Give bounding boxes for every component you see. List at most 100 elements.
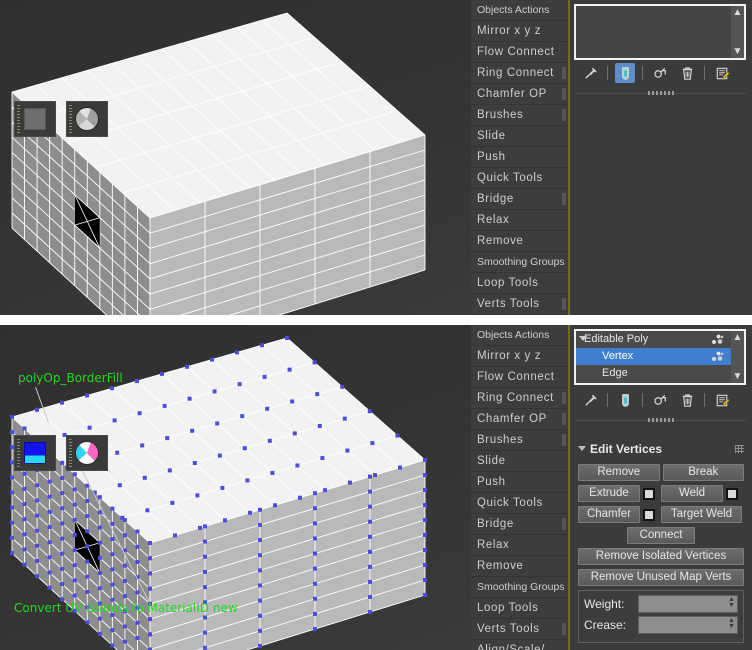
menu-item-align-scale[interactable]: Align/Scale/... xyxy=(471,640,568,650)
menu-item-slide[interactable]: Slide xyxy=(471,126,568,147)
crease-input[interactable]: ▲ ▼ xyxy=(638,616,738,634)
chevron-down-icon[interactable] xyxy=(579,336,587,341)
vertex-dot xyxy=(313,491,317,496)
vertex-dot xyxy=(122,578,127,583)
connect-button[interactable]: Connect xyxy=(627,527,695,544)
command-panel-top[interactable]: ▲ ▼ xyxy=(570,0,752,315)
pin-icon[interactable] xyxy=(580,63,600,83)
weld-button[interactable]: Weld xyxy=(661,485,723,502)
spinner-arrows-icon[interactable]: ▲ ▼ xyxy=(727,596,736,610)
menu-item-slide[interactable]: Slide xyxy=(471,451,568,472)
menu-item-brushes[interactable]: Brushes xyxy=(471,105,568,126)
vertex-dot xyxy=(313,627,317,631)
menu-item-chamfer-op[interactable]: Chamfer OP xyxy=(471,409,568,430)
menu-item-bridge[interactable]: Bridge xyxy=(471,514,568,535)
macro-menu-column-top[interactable]: Objects Actions Mirror x y z Flow Connect R… xyxy=(471,0,570,315)
vertex-dot xyxy=(262,374,267,379)
menu-item-push[interactable]: Push xyxy=(471,472,568,493)
vertex-dot xyxy=(137,411,142,416)
modifier-toolbar-top[interactable] xyxy=(570,56,752,90)
tube-icon[interactable] xyxy=(615,63,635,83)
vertex-dot xyxy=(258,598,262,603)
spinner-arrows-icon[interactable]: ▲ ▼ xyxy=(727,617,736,631)
config-icon[interactable] xyxy=(712,390,732,410)
vertex-dot xyxy=(190,428,195,433)
menu-item-quick-tools[interactable]: Quick Tools xyxy=(471,493,568,514)
menu-item-flow-connect[interactable]: Flow Connect xyxy=(471,367,568,388)
menu-item-push[interactable]: Push xyxy=(471,147,568,168)
chamfer-settings-icon[interactable] xyxy=(643,508,655,521)
trash-icon[interactable] xyxy=(677,63,697,83)
menu-item-quick-tools[interactable]: Quick Tools xyxy=(471,168,568,189)
menu-item-brushes[interactable]: Brushes xyxy=(471,430,568,451)
menu-item-smoothing-groups[interactable]: Smoothing Groups xyxy=(471,577,568,598)
menu-item-verts-tools[interactable]: Verts Tools xyxy=(471,294,568,315)
command-panel-bottom[interactable]: Editable Poly Vertex Edge ▲ ▼ Edit Vertice… xyxy=(570,325,752,650)
modifier-stack-bottom[interactable]: Editable Poly Vertex Edge ▲ ▼ xyxy=(574,329,746,385)
vertex-dot xyxy=(313,521,317,526)
scroll-up-icon[interactable]: ▲ xyxy=(731,331,744,344)
rollout-header[interactable]: Edit Vertices xyxy=(574,440,748,458)
stack-row-edge[interactable]: Edge xyxy=(576,365,744,382)
extrude-button[interactable]: Extrude xyxy=(578,485,640,502)
menu-item-objects-actions[interactable]: Objects Actions xyxy=(471,0,568,21)
vertex-dot xyxy=(122,639,127,644)
menu-item-chamfer-op[interactable]: Chamfer OP xyxy=(471,84,568,105)
vertex-dot xyxy=(135,636,140,641)
weight-input[interactable]: ▲ ▼ xyxy=(638,595,738,613)
chamfer-button[interactable]: Chamfer xyxy=(578,506,640,523)
panel-grip-icon[interactable] xyxy=(648,91,674,95)
remove-unused-map-verts-button[interactable]: Remove Unused Map Verts xyxy=(578,569,744,586)
vertex-dot xyxy=(148,541,152,545)
modifier-stack-top[interactable]: ▲ ▼ xyxy=(574,4,746,60)
trash-icon[interactable] xyxy=(677,390,697,410)
extrude-settings-icon[interactable] xyxy=(643,487,655,500)
vertex-dot xyxy=(348,480,352,485)
unique-icon[interactable] xyxy=(650,390,670,410)
menu-item-flow-connect[interactable]: Flow Connect xyxy=(471,42,568,63)
break-button[interactable]: Break xyxy=(662,464,744,481)
panel-grip-icon[interactable] xyxy=(648,418,674,422)
tube-icon[interactable] xyxy=(615,390,635,410)
vertex-dot xyxy=(10,490,14,495)
scroll-down-icon[interactable]: ▼ xyxy=(731,370,744,383)
weld-settings-icon[interactable] xyxy=(726,487,738,500)
edit-vertices-rollout[interactable]: Edit Vertices Remove Break Extrude Weld … xyxy=(574,440,748,643)
config-icon[interactable] xyxy=(712,63,732,83)
remove-isolated-vertices-button[interactable]: Remove Isolated Vertices xyxy=(578,548,744,565)
uv-island-pie-button-top[interactable] xyxy=(66,101,108,137)
menu-item-loop-tools[interactable]: Loop Tools xyxy=(471,273,568,294)
viewport-bottom[interactable]: polyOp_BorderFill Convert UV islands to … xyxy=(0,325,471,650)
remove-button[interactable]: Remove xyxy=(578,464,660,481)
menu-item-verts-tools[interactable]: Verts Tools xyxy=(471,619,568,640)
stack-row-editable-poly[interactable]: Editable Poly xyxy=(576,331,744,348)
unique-icon[interactable] xyxy=(650,63,670,83)
menu-item-relax[interactable]: Relax xyxy=(471,210,568,231)
pin-icon[interactable] xyxy=(580,390,600,410)
uv-island-pie-button-bottom[interactable] xyxy=(66,435,108,471)
vertex-dot xyxy=(368,564,372,569)
macro-menu-column-bottom[interactable]: Objects Actions Mirror x y z Flow Connect R… xyxy=(471,325,570,650)
stack-scrollbar[interactable]: ▲ ▼ xyxy=(731,6,744,58)
menu-item-loop-tools[interactable]: Loop Tools xyxy=(471,598,568,619)
viewport-top[interactable] xyxy=(0,0,471,315)
vertex-dot xyxy=(60,475,65,480)
modifier-toolbar-bottom[interactable] xyxy=(570,383,752,417)
scroll-up-icon[interactable]: ▲ xyxy=(731,6,744,19)
menu-item-relax[interactable]: Relax xyxy=(471,535,568,556)
menu-item-mirror-x-y-z[interactable]: Mirror x y z xyxy=(471,346,568,367)
material-id-swatch-button-top[interactable] xyxy=(14,101,56,137)
menu-item-mirror-x-y-z[interactable]: Mirror x y z xyxy=(471,21,568,42)
stack-row-vertex[interactable]: Vertex xyxy=(576,348,744,365)
menu-item-smoothing-groups[interactable]: Smoothing Groups xyxy=(471,252,568,273)
rollout-grip-icon[interactable] xyxy=(735,445,744,453)
material-id-swatch-button-bottom[interactable] xyxy=(14,435,56,471)
menu-item-ring-connect[interactable]: Ring Connect xyxy=(471,388,568,409)
menu-item-bridge[interactable]: Bridge xyxy=(471,189,568,210)
menu-item-objects-actions[interactable]: Objects Actions xyxy=(471,325,568,346)
target-weld-button[interactable]: Target Weld xyxy=(661,506,742,523)
menu-item-remove[interactable]: Remove xyxy=(471,231,568,252)
stack-scrollbar[interactable]: ▲ ▼ xyxy=(731,331,744,383)
menu-item-ring-connect[interactable]: Ring Connect xyxy=(471,63,568,84)
menu-item-remove[interactable]: Remove xyxy=(471,556,568,577)
